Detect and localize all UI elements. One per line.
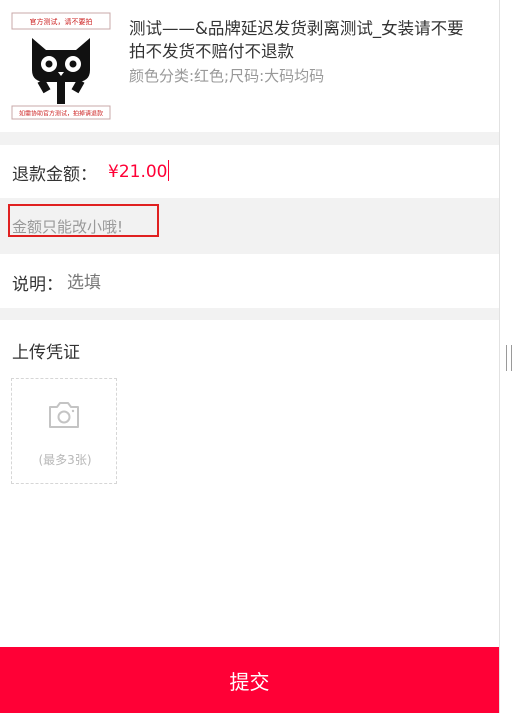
amount-hint-text: 金额只能改小哦! [12,218,124,236]
product-spec: 颜色分类:红色;尺码:大码均码 [129,67,325,85]
upload-section: 上传凭证 (最多3张) [0,320,499,647]
note-label: 说明： [12,275,63,295]
refund-amount-label: 退款金额： [12,165,97,185]
upload-limit-text: (最多3张) [38,453,92,467]
refund-form-page: 官方测试，请不要拍 如需协助官方测试，拍掉请退款 测试——&品牌延迟发货剥离测试… [0,0,500,713]
upload-photo-button[interactable]: (最多3张) [11,378,117,484]
note-input[interactable]: 选填 [67,268,101,293]
product-card: 官方测试，请不要拍 如需协助官方测试，拍掉请退款 测试——&品牌延迟发货剥离测试… [0,0,499,132]
refund-amount-value: ¥21.00 [108,162,168,182]
upload-title: 上传凭证 [12,343,80,363]
product-image: 官方测试，请不要拍 如需协助官方测试，拍掉请退款 [10,10,112,122]
refund-amount-row[interactable]: 退款金额： ¥21.00 [0,145,499,198]
refund-amount-input[interactable]: ¥21.00 [108,160,170,182]
product-title: 测试——&品牌延迟发货剥离测试_女装请不要拍不发货不赔付不退款 [129,19,464,61]
note-row[interactable]: 说明： 选填 [0,254,499,308]
submit-button[interactable]: 提交 [0,647,499,713]
product-image-bottom-text: 如需协助官方测试，拍掉请退款 [19,110,103,118]
camera-icon [49,402,79,428]
resize-handle[interactable] [506,345,512,371]
divider [0,308,499,320]
product-image-top-text: 官方测试，请不要拍 [30,17,93,26]
text-caret [168,160,170,181]
divider [0,132,499,145]
